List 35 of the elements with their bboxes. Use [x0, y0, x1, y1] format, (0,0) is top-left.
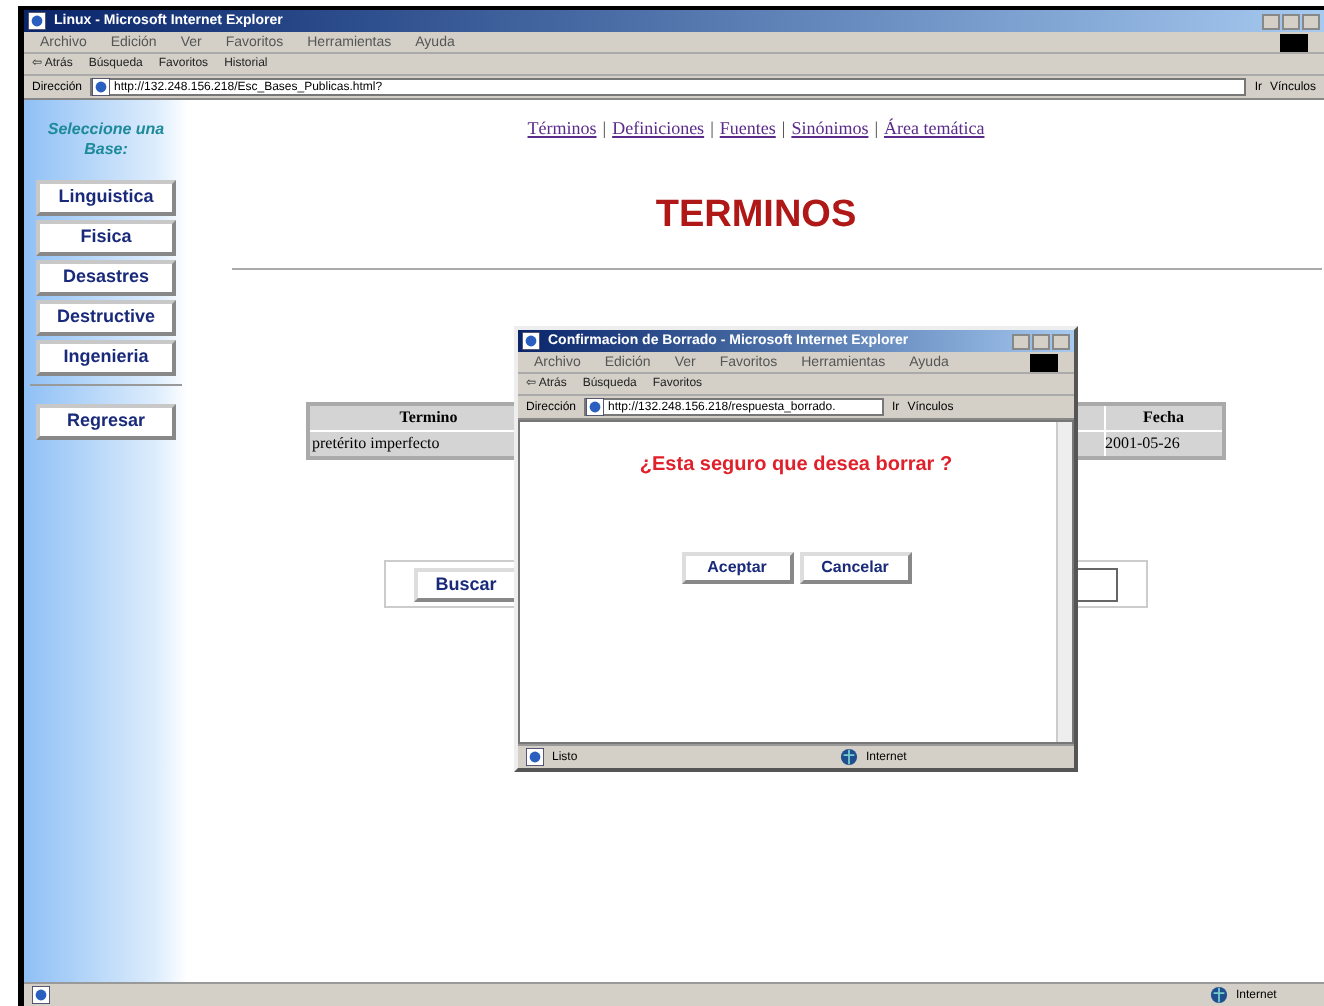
confirm-question: ¿Esta seguro que desea borrar ?: [639, 452, 953, 480]
browser-icon: [32, 986, 50, 1004]
window-controls[interactable]: [1262, 13, 1320, 29]
scrollbar[interactable]: [1056, 422, 1072, 742]
browser-icon: [28, 12, 46, 30]
nav-link[interactable]: Fuentes: [719, 116, 776, 143]
sidebar-button[interactable]: Fisica: [36, 220, 176, 256]
globe-icon: [1210, 986, 1228, 1004]
search-button[interactable]: Buscar: [414, 567, 518, 601]
browser-icon: [522, 332, 540, 350]
browser-icon: [586, 398, 605, 416]
browser-icon: [526, 748, 544, 766]
window-controls[interactable]: [1012, 333, 1070, 349]
link-separator: |: [781, 116, 786, 142]
nav-link[interactable]: Área temática: [884, 116, 985, 143]
dialog-button[interactable]: Aceptar: [681, 552, 793, 584]
sidebar-button[interactable]: Desastres: [36, 260, 176, 296]
sidebar-prompt: Seleccione una Base:: [46, 120, 166, 160]
sidebar-button[interactable]: Ingenieria: [36, 340, 176, 376]
nav-link[interactable]: Sinónimos: [791, 116, 869, 143]
link-separator: |: [874, 116, 879, 142]
sidebar-button[interactable]: Linguistica: [36, 180, 176, 216]
logo-icon: [1280, 33, 1308, 51]
dialog-button[interactable]: Cancelar: [799, 552, 911, 584]
browser-icon: [92, 78, 111, 96]
link-separator: |: [602, 116, 607, 142]
nav-link[interactable]: Términos: [527, 116, 597, 143]
link-separator: |: [710, 116, 714, 142]
globe-icon: [840, 748, 858, 766]
nav-link[interactable]: Definiciones: [612, 116, 705, 143]
page-heading: TERMINOS: [655, 191, 857, 239]
logo-icon: [1030, 353, 1058, 371]
back-button[interactable]: Regresar: [36, 404, 176, 440]
input-field[interactable]: [1074, 567, 1118, 601]
sidebar-button[interactable]: Destructive: [36, 300, 176, 336]
